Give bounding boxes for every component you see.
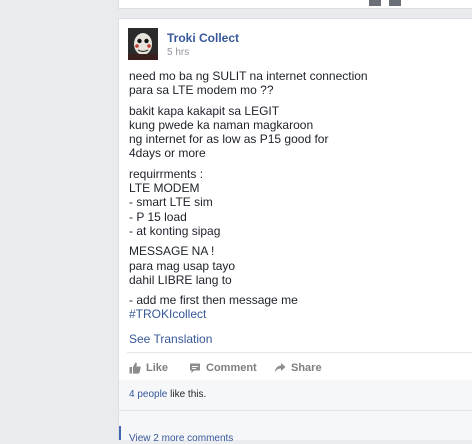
divider — [127, 352, 472, 353]
post-paragraph: need mo ba ng SULIT na internet connecti… — [129, 69, 368, 98]
post-paragraph: bakit kapa kakapit sa LEGIT kung pwede k… — [129, 103, 329, 161]
post-paragraph: - add me first then message me — [129, 293, 298, 308]
author-avatar[interactable] — [128, 28, 158, 60]
comment-icon — [190, 363, 200, 373]
divider — [119, 410, 472, 411]
previous-post-thumbnail[interactable] — [369, 0, 381, 6]
comment-label: Comment — [206, 362, 257, 374]
previous-post-card — [118, 0, 472, 9]
thumbs-up-icon — [129, 362, 141, 374]
share-button[interactable]: Share — [274, 362, 322, 374]
post-timestamp[interactable]: 5 hrs — [167, 47, 189, 58]
like-button[interactable]: Like — [129, 362, 168, 374]
like-count-link[interactable]: 4 people — [129, 389, 167, 400]
author-name[interactable]: Troki Collect — [167, 31, 239, 45]
view-more-comments-link[interactable]: View 2 more comments — [129, 433, 233, 444]
post-card: Troki Collect 5 hrs need mo ba ng SULIT … — [118, 18, 472, 444]
hashtag-link[interactable]: #TROKIcollect — [129, 307, 206, 321]
see-translation-link[interactable]: See Translation — [129, 332, 212, 346]
share-label: Share — [291, 362, 322, 374]
share-icon — [274, 363, 286, 373]
comment-thread-marker — [119, 426, 121, 440]
post-paragraph: MESSAGE NA ! para mag usap tayo dahil LI… — [129, 244, 236, 287]
previous-post-thumbnail[interactable] — [389, 0, 401, 6]
like-summary: 4 people like this. — [129, 389, 206, 400]
like-label: Like — [146, 362, 169, 374]
comment-button[interactable]: Comment — [189, 362, 257, 374]
post-body: need mo ba ng SULIT na internet connecti… — [129, 69, 472, 328]
like-summary-suffix: like this. — [167, 389, 207, 400]
post-hashtag-line: #TROKIcollect — [129, 307, 472, 321]
reactions-area: 4 people like this. View 2 more comments — [119, 380, 472, 444]
post-paragraph: requirrments : LTE MODEM - smart LTE sim… — [129, 166, 221, 238]
avatar-mask-icon — [128, 28, 158, 60]
